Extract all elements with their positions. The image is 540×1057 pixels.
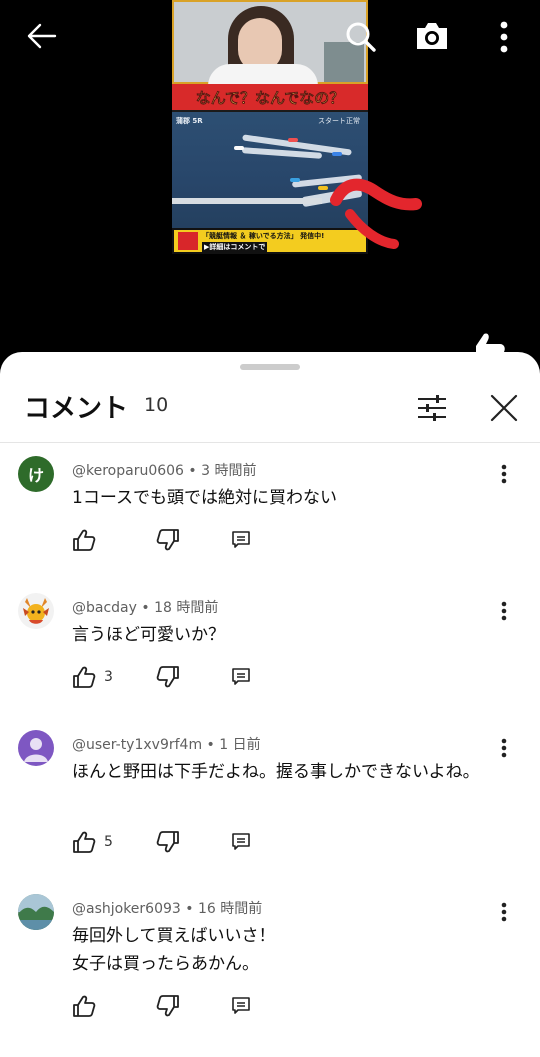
thumb-up-icon [73,666,96,688]
landscape-avatar-icon [18,894,54,930]
comment-text: 毎回外して買えばいいさ！ 女子は買ったらあかん。 [72,922,482,978]
race-hud-right: スタート正常 [318,117,360,125]
like-button[interactable] [72,526,104,554]
comment-item: @ashjoker6093 • 16 時間前 毎回外して買えばいいさ！ 女子は買… [0,894,540,1024]
comment-actions [72,992,272,1020]
comment-actions [72,526,272,554]
video-player[interactable]: なんで？なんでなの？ 蒲郡 5R スタート正常 「競艇情報 ＆ 稼いでる方法」 … [0,0,540,360]
more-vert-icon [500,21,508,53]
app-root: なんで？なんでなの？ 蒲郡 5R スタート正常 「競艇情報 ＆ 稼いでる方法」 … [0,0,540,1057]
avatar[interactable] [18,730,54,766]
comments-header: コメント 10 [0,380,540,442]
reply-button[interactable] [232,663,250,691]
comment-text-line: 女子は買ったらあかん。 [72,954,259,974]
like-count: 5 [104,834,113,850]
avatar[interactable]: け [18,456,54,492]
drag-handle[interactable] [240,364,300,370]
comment-more-button[interactable] [490,597,518,625]
comments-title: コメント [24,394,129,424]
header-divider [0,442,540,443]
back-button[interactable] [18,14,66,58]
comment-more-button[interactable] [490,734,518,762]
thumb-down-icon [156,995,179,1017]
more-vert-icon [501,464,507,484]
dislike-button[interactable] [156,992,180,1020]
avatar-character-icon [23,598,49,624]
thumb-down-icon [156,831,179,853]
red-scribble-mark [330,178,422,249]
like-button[interactable]: 3 [72,663,113,691]
more-options-button[interactable] [486,14,522,60]
reply-button[interactable] [232,828,250,856]
like-button[interactable] [72,992,104,1020]
close-button[interactable] [484,388,524,428]
comment-meta: @bacday • 18 時間前 [72,600,219,616]
camera-button[interactable] [408,12,456,60]
more-vert-icon [501,902,507,922]
comment-meta: @ashjoker6093 • 16 時間前 [72,901,263,917]
comment-item: @user-ty1xv9rf4m • 1 日前 ほんと野田は下手だよね。握る事し… [0,730,540,860]
comment-more-button[interactable] [490,460,518,488]
search-button[interactable] [338,14,384,60]
race-hud-left: 蒲郡 5R [176,117,203,125]
comment-actions: 3 [72,663,272,691]
like-button[interactable]: 5 [72,828,113,856]
default-user-avatar-icon [24,738,48,762]
comment-text: 言うほど可愛いか？ [72,625,225,645]
comment-meta: @user-ty1xv9rf4m • 1 日前 [72,737,261,753]
reply-icon [232,531,250,548]
camera-icon [417,23,447,49]
like-count: 3 [104,669,113,685]
arrow-left-icon [27,23,57,49]
comment-more-button[interactable] [490,898,518,926]
comment-item: @bacday • 18 時間前 言うほど可愛いか？ 3 [0,593,540,703]
comment-meta: @keroparu0606 • 3 時間前 [72,463,257,479]
comment-text: 1コースでも頭では絶対に買わない [72,488,337,508]
avatar[interactable] [18,894,54,930]
reply-icon [232,833,250,850]
comments-count: 10 [144,394,169,416]
close-icon [490,394,518,422]
thumb-down-icon [156,666,179,688]
dislike-button[interactable] [156,828,180,856]
thumb-down-icon [156,529,179,551]
thumb-up-icon [73,831,96,853]
reply-icon [232,997,250,1014]
comment-item: け @keroparu0606 • 3 時間前 1コースでも頭では絶対に買わない [0,456,540,566]
comment-actions: 5 [72,828,272,856]
reply-button[interactable] [232,526,250,554]
more-vert-icon [501,601,507,621]
search-icon [346,22,376,52]
thumb-up-icon [73,995,96,1017]
dislike-button[interactable] [156,526,180,554]
dislike-button[interactable] [156,663,180,691]
reply-icon [232,668,250,685]
more-vert-icon [501,738,507,758]
avatar[interactable] [18,593,54,629]
tune-icon [418,395,446,421]
comments-sheet: コメント 10 け @keroparu0606 • 3 時間前 1コースでも頭で… [0,352,540,1057]
reply-button[interactable] [232,992,250,1020]
comment-text-line: 毎回外して買えばいいさ！ [72,926,276,946]
thumbnail-banner: なんで？なんでなの？ [172,84,368,110]
thumb-up-icon [73,529,96,551]
sort-filter-button[interactable] [412,388,452,428]
comment-text: ほんと野田は下手だよね。握る事しかできないよね。 [72,762,480,782]
